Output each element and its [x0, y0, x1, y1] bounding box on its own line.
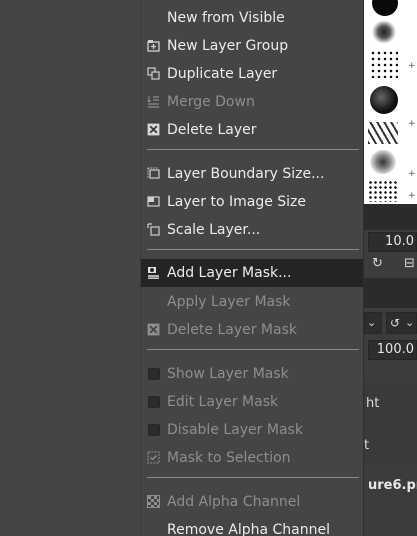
- image-filename[interactable]: ure6.pn: [368, 478, 417, 493]
- canvas-area: [0, 0, 140, 536]
- menu-item-label: New Layer Group: [167, 38, 289, 54]
- menu-item-edit-layer-mask: Edit Layer Mask: [141, 388, 363, 416]
- menu-item-new-from-visible[interactable]: New from Visible: [141, 4, 363, 32]
- brush-preview-texture[interactable]: [370, 86, 398, 114]
- menu-item-remove-alpha-channel[interactable]: Remove Alpha Channel: [141, 516, 363, 536]
- menu-item-label: Add Alpha Channel: [167, 494, 301, 510]
- menu-separator: [147, 477, 359, 478]
- menu-item-new-layer-group[interactable]: New Layer Group: [141, 32, 363, 60]
- plus-marker-icon: +: [408, 119, 416, 129]
- delete-layer-icon: [147, 123, 160, 136]
- menu-separator: [147, 249, 359, 250]
- dock-tab-bar: [364, 204, 417, 230]
- opacity-field[interactable]: 100.0: [368, 340, 417, 360]
- menu-item-label: Add Layer Mask...: [167, 265, 292, 281]
- menu-item-layer-to-image-size[interactable]: Layer to Image Size: [141, 188, 363, 216]
- add-layer-mask-icon: [148, 267, 159, 279]
- menu-item-label: Disable Layer Mask: [167, 422, 303, 438]
- merge-down-icon: [147, 96, 159, 108]
- size-field[interactable]: 10.0: [368, 232, 417, 252]
- disable-layer-mask-checkbox: [148, 424, 160, 436]
- brush-preview-sponge[interactable]: [370, 150, 396, 174]
- menu-item-label: Layer to Image Size: [167, 194, 307, 210]
- brush-preview-hard[interactable]: [372, 0, 398, 16]
- menu-item-disable-layer-mask: Disable Layer Mask: [141, 416, 363, 444]
- add-alpha-channel-icon: [147, 495, 160, 508]
- composite-dropdown[interactable]: ↺ ⌄: [386, 312, 417, 334]
- chevron-down-icon: ⌄: [367, 316, 377, 329]
- menu-item-label: Merge Down: [167, 94, 255, 110]
- new-layer-group-icon: [147, 40, 160, 52]
- plus-marker-icon: +: [408, 169, 416, 179]
- brush-preview-grain[interactable]: [368, 180, 398, 202]
- menu-item-label: Show Layer Mask: [167, 366, 289, 382]
- layers-tab-bar: [364, 278, 417, 308]
- menu-item-show-layer-mask: Show Layer Mask: [141, 360, 363, 388]
- menu-item-label: Remove Alpha Channel: [167, 522, 330, 536]
- layers-context-menu: New from Visible New Layer Group Duplica…: [140, 0, 364, 536]
- reset-icon[interactable]: ↻: [372, 256, 383, 272]
- chevron-down-icon: ⌄: [405, 316, 415, 329]
- menu-item-label: Duplicate Layer: [167, 66, 278, 82]
- layer-row-text: t: [364, 438, 370, 453]
- brush-preview-strip[interactable]: + + + +: [364, 0, 417, 204]
- menu-separator: [147, 349, 359, 350]
- brush-preview-dots[interactable]: [370, 50, 398, 78]
- menu-item-duplicate-layer[interactable]: Duplicate Layer: [141, 60, 363, 88]
- menu-item-label: Mask to Selection: [167, 450, 291, 466]
- duplicate-layer-icon: [147, 67, 160, 80]
- menu-item-label: Layer Boundary Size...: [167, 166, 325, 182]
- mode-dropdown[interactable]: ⌄: [364, 312, 382, 334]
- menu-item-mask-to-selection: Mask to Selection: [141, 444, 363, 472]
- plus-marker-icon: +: [408, 191, 416, 201]
- plus-marker-icon: +: [408, 61, 416, 71]
- lock-row: [364, 382, 417, 462]
- undo-icon: ↺: [390, 316, 401, 330]
- mask-to-selection-icon: [147, 451, 160, 464]
- brush-preview-soft[interactable]: [372, 20, 396, 44]
- menu-item-scale-layer[interactable]: Scale Layer...: [141, 216, 363, 244]
- lock-label-text: ht: [366, 396, 380, 411]
- menu-item-label: Delete Layer Mask: [167, 322, 297, 338]
- menu-item-apply-layer-mask: Apply Layer Mask: [141, 288, 363, 316]
- layer-boundary-size-icon: [147, 167, 160, 179]
- menu-item-merge-down: Merge Down: [141, 88, 363, 116]
- menu-item-delete-layer[interactable]: Delete Layer: [141, 116, 363, 144]
- menu-item-add-alpha-channel: Add Alpha Channel: [141, 488, 363, 516]
- menu-item-label: Edit Layer Mask: [167, 394, 279, 410]
- menu-item-layer-boundary-size[interactable]: Layer Boundary Size...: [141, 160, 363, 188]
- menu-item-label: New from Visible: [167, 10, 285, 26]
- delete-layer-mask-icon: [147, 323, 160, 336]
- scale-layer-icon: [147, 223, 160, 236]
- device-icon[interactable]: ⊟: [404, 256, 415, 272]
- menu-item-delete-layer-mask: Delete Layer Mask: [141, 316, 363, 344]
- menu-item-add-layer-mask[interactable]: Add Layer Mask...: [141, 259, 363, 287]
- edit-layer-mask-checkbox: [148, 396, 160, 408]
- brush-preview-pattern[interactable]: [368, 122, 398, 144]
- show-layer-mask-checkbox: [148, 368, 160, 380]
- menu-item-label: Scale Layer...: [167, 222, 261, 238]
- menu-separator: [147, 149, 359, 150]
- layer-to-image-size-icon: [147, 196, 160, 207]
- menu-item-label: Apply Layer Mask: [167, 294, 291, 310]
- menu-item-label: Delete Layer: [167, 122, 257, 138]
